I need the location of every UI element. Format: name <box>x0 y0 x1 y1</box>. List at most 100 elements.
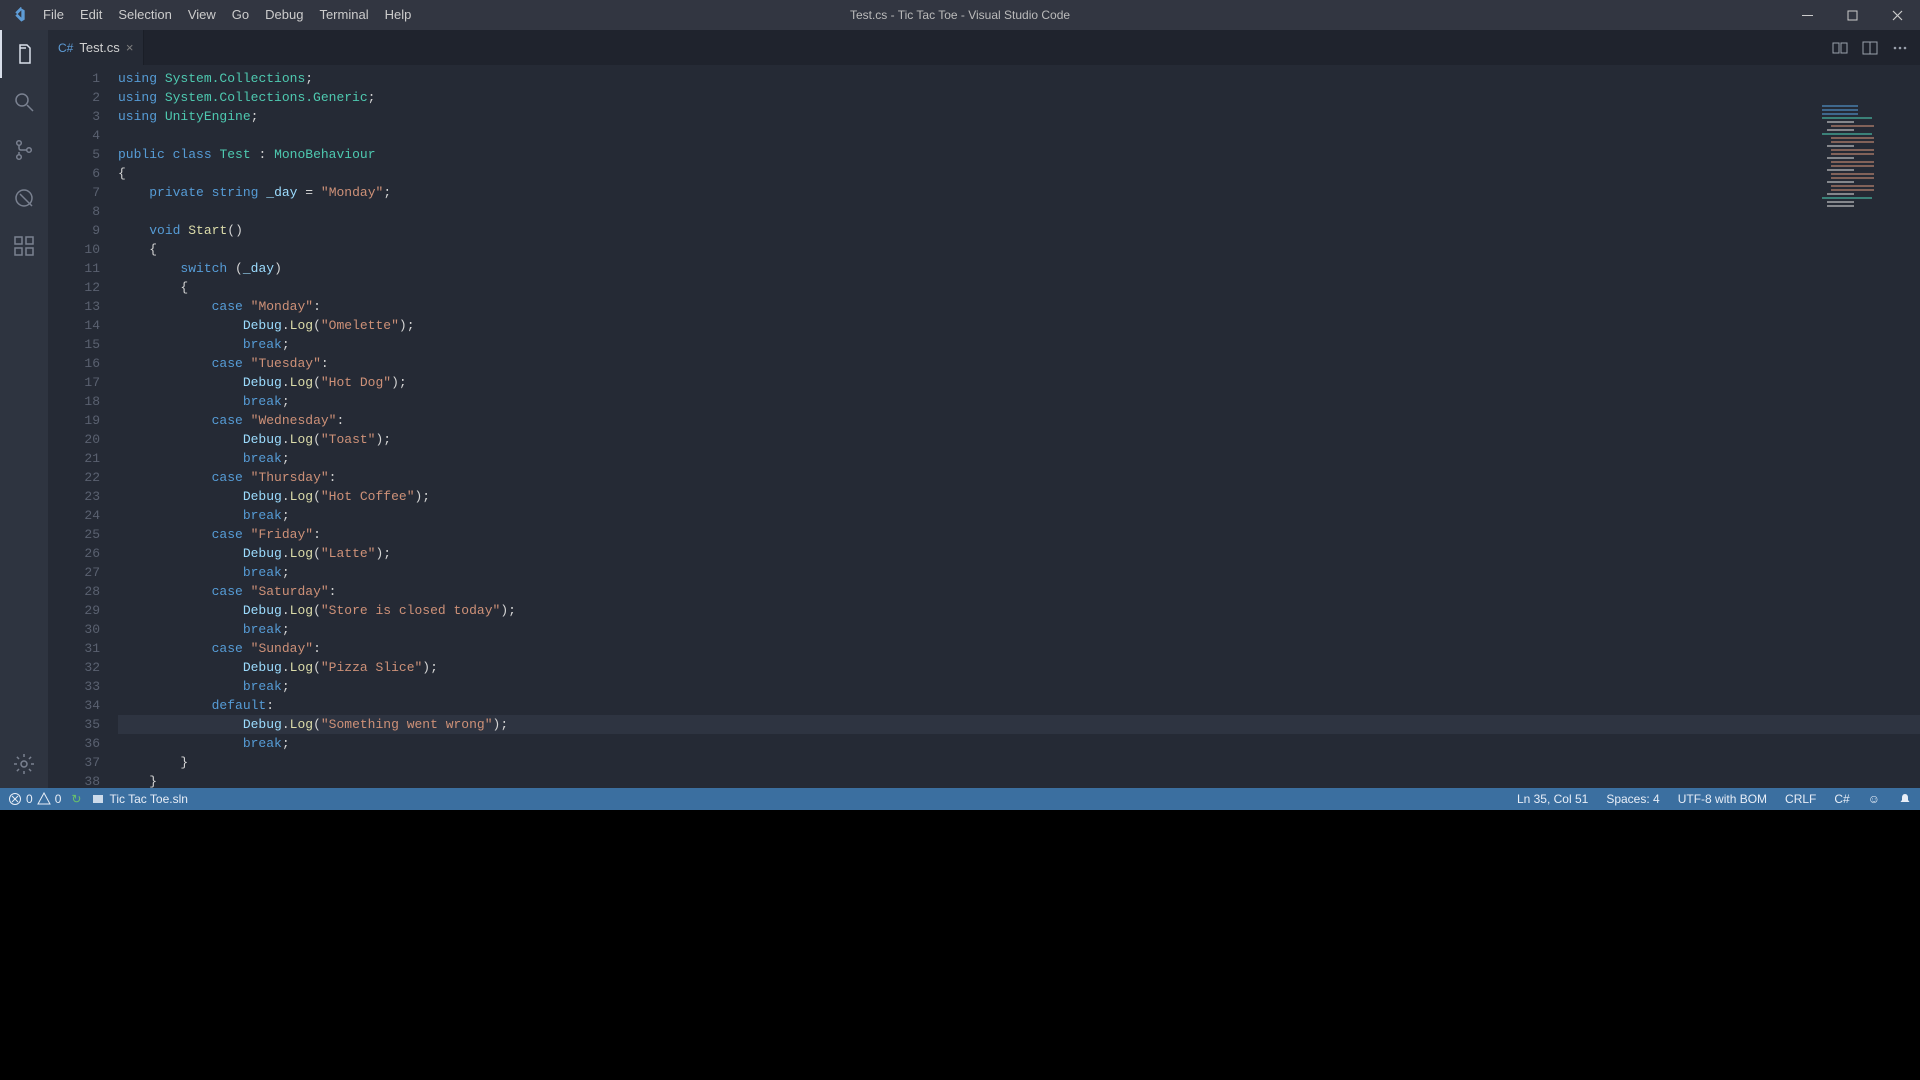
code-line[interactable]: break; <box>118 449 1920 468</box>
line-number: 9 <box>48 221 100 240</box>
code-line[interactable]: case "Monday": <box>118 297 1920 316</box>
solution-name: Tic Tac Toe.sln <box>109 792 187 806</box>
encoding[interactable]: UTF-8 with BOM <box>1678 792 1767 806</box>
csharp-file-icon: C# <box>58 41 73 55</box>
line-number: 7 <box>48 183 100 202</box>
line-number: 11 <box>48 259 100 278</box>
minimize-button[interactable] <box>1785 0 1830 30</box>
menu-bar: FileEditSelectionViewGoDebugTerminalHelp <box>35 0 419 30</box>
menu-go[interactable]: Go <box>224 0 257 30</box>
code-line[interactable] <box>118 202 1920 221</box>
code-line[interactable]: Debug.Log("Hot Coffee"); <box>118 487 1920 506</box>
code-line[interactable]: break; <box>118 392 1920 411</box>
code-line[interactable]: void Start() <box>118 221 1920 240</box>
code-line[interactable]: Debug.Log("Latte"); <box>118 544 1920 563</box>
code-line[interactable]: case "Sunday": <box>118 639 1920 658</box>
tab-filename: Test.cs <box>79 40 119 55</box>
menu-debug[interactable]: Debug <box>257 0 311 30</box>
code-line[interactable]: switch (_day) <box>118 259 1920 278</box>
code-line[interactable]: break; <box>118 734 1920 753</box>
line-number: 23 <box>48 487 100 506</box>
menu-terminal[interactable]: Terminal <box>311 0 376 30</box>
code-editor[interactable]: 1234567891011121314151617181920212223242… <box>48 65 1920 788</box>
error-count: 0 <box>26 792 33 806</box>
solution-indicator[interactable]: Tic Tac Toe.sln <box>91 792 187 806</box>
line-number: 31 <box>48 639 100 658</box>
code-line[interactable]: Debug.Log("Pizza Slice"); <box>118 658 1920 677</box>
code-line[interactable]: } <box>118 772 1920 788</box>
minimap[interactable] <box>1822 105 1912 225</box>
menu-view[interactable]: View <box>180 0 224 30</box>
eol[interactable]: CRLF <box>1785 792 1816 806</box>
code-line[interactable]: case "Tuesday": <box>118 354 1920 373</box>
extensions-icon[interactable] <box>0 222 48 270</box>
line-number: 22 <box>48 468 100 487</box>
line-number: 14 <box>48 316 100 335</box>
indentation[interactable]: Spaces: 4 <box>1606 792 1659 806</box>
code-line[interactable]: Debug.Log("Toast"); <box>118 430 1920 449</box>
code-line[interactable]: case "Thursday": <box>118 468 1920 487</box>
search-icon[interactable] <box>0 78 48 126</box>
close-button[interactable] <box>1875 0 1920 30</box>
code-line[interactable]: case "Saturday": <box>118 582 1920 601</box>
code-line[interactable]: { <box>118 164 1920 183</box>
sync-icon[interactable]: ↻ <box>71 792 81 806</box>
line-number: 38 <box>48 772 100 788</box>
code-line[interactable]: break; <box>118 620 1920 639</box>
editor-actions <box>1832 30 1920 65</box>
code-line[interactable]: Debug.Log("Omelette"); <box>118 316 1920 335</box>
line-number: 36 <box>48 734 100 753</box>
code-line[interactable]: using System.Collections; <box>118 69 1920 88</box>
line-number: 29 <box>48 601 100 620</box>
cursor-position[interactable]: Ln 35, Col 51 <box>1517 792 1588 806</box>
code-line[interactable]: Debug.Log("Store is closed today"); <box>118 601 1920 620</box>
code-line[interactable]: break; <box>118 677 1920 696</box>
split-editor-icon[interactable] <box>1862 40 1878 56</box>
code-line[interactable]: } <box>118 753 1920 772</box>
source-control-icon[interactable] <box>0 126 48 174</box>
line-number: 20 <box>48 430 100 449</box>
feedback-icon[interactable]: ☺ <box>1868 792 1880 806</box>
code-line[interactable]: { <box>118 278 1920 297</box>
code-line[interactable]: { <box>118 240 1920 259</box>
code-line[interactable]: public class Test : MonoBehaviour <box>118 145 1920 164</box>
problems-indicator[interactable]: 0 0 <box>8 792 61 806</box>
code-line[interactable]: using UnityEngine; <box>118 107 1920 126</box>
editor-area: C# Test.cs × 123456789101112131415161718… <box>48 30 1920 788</box>
menu-help[interactable]: Help <box>377 0 420 30</box>
menu-selection[interactable]: Selection <box>110 0 179 30</box>
line-number: 13 <box>48 297 100 316</box>
code-line[interactable]: break; <box>118 335 1920 354</box>
code-line[interactable]: Debug.Log("Something went wrong"); <box>118 715 1920 734</box>
explorer-icon[interactable] <box>0 30 48 78</box>
line-number: 15 <box>48 335 100 354</box>
menu-file[interactable]: File <box>35 0 72 30</box>
editor-tab[interactable]: C# Test.cs × <box>48 30 144 65</box>
code-line[interactable]: using System.Collections.Generic; <box>118 88 1920 107</box>
line-number: 3 <box>48 107 100 126</box>
settings-gear-icon[interactable] <box>0 740 48 788</box>
line-number: 30 <box>48 620 100 639</box>
debug-icon[interactable] <box>0 174 48 222</box>
notifications-icon[interactable] <box>1898 792 1912 806</box>
code-line[interactable]: break; <box>118 563 1920 582</box>
code-line[interactable]: Debug.Log("Hot Dog"); <box>118 373 1920 392</box>
code-content[interactable]: using System.Collections;using System.Co… <box>118 65 1920 788</box>
code-line[interactable]: case "Wednesday": <box>118 411 1920 430</box>
line-number: 21 <box>48 449 100 468</box>
code-line[interactable] <box>118 126 1920 145</box>
more-actions-icon[interactable] <box>1892 40 1908 56</box>
code-line[interactable]: break; <box>118 506 1920 525</box>
line-number: 33 <box>48 677 100 696</box>
code-line[interactable]: private string _day = "Monday"; <box>118 183 1920 202</box>
tab-bar: C# Test.cs × <box>48 30 1920 65</box>
menu-edit[interactable]: Edit <box>72 0 110 30</box>
vscode-logo-icon <box>0 7 35 23</box>
code-line[interactable]: default: <box>118 696 1920 715</box>
maximize-button[interactable] <box>1830 0 1875 30</box>
tab-close-icon[interactable]: × <box>126 40 134 55</box>
code-line[interactable]: case "Friday": <box>118 525 1920 544</box>
line-number: 34 <box>48 696 100 715</box>
language-mode[interactable]: C# <box>1834 792 1849 806</box>
compare-icon[interactable] <box>1832 40 1848 56</box>
